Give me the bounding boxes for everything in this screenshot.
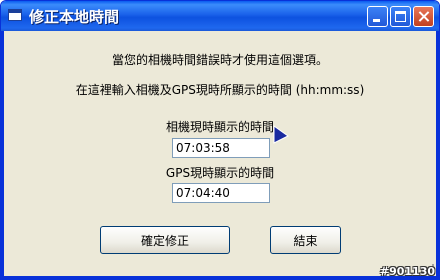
camera-time-label: 相機現時顯示的時間 [165, 120, 274, 134]
maximize-button[interactable] [390, 6, 411, 27]
title-bar[interactable]: 修正本地時間 [1, 1, 439, 31]
window-frame-bottom [1, 276, 439, 279]
window-title: 修正本地時間 [29, 8, 120, 26]
window-frame-right [436, 31, 439, 279]
app-icon [8, 9, 22, 21]
confirm-button[interactable]: 確定修正 [100, 226, 230, 254]
instruction-text-1: 當您的相機時間錯誤時才使用這個選項。 [111, 53, 328, 67]
mouse-cursor-icon [273, 125, 289, 144]
end-button[interactable]: 結束 [270, 226, 341, 254]
window-frame-left [1, 31, 4, 279]
watermark-text: #901130 [379, 265, 435, 278]
gps-time-label: GPS現時顯示的時間 [165, 166, 275, 180]
camera-time-input[interactable] [172, 138, 270, 158]
close-button[interactable] [413, 6, 434, 27]
minimize-button[interactable] [367, 6, 388, 27]
instruction-text-2: 在這裡輸入相機及GPS現時所顯示的時間 (hh:mm:ss) [75, 83, 365, 97]
gps-time-input[interactable] [172, 183, 270, 203]
dialog-window: 修正本地時間 當您的相機時間錯誤時才使用這個選項。 在這裡輸入相機及GPS現時所… [0, 0, 440, 280]
